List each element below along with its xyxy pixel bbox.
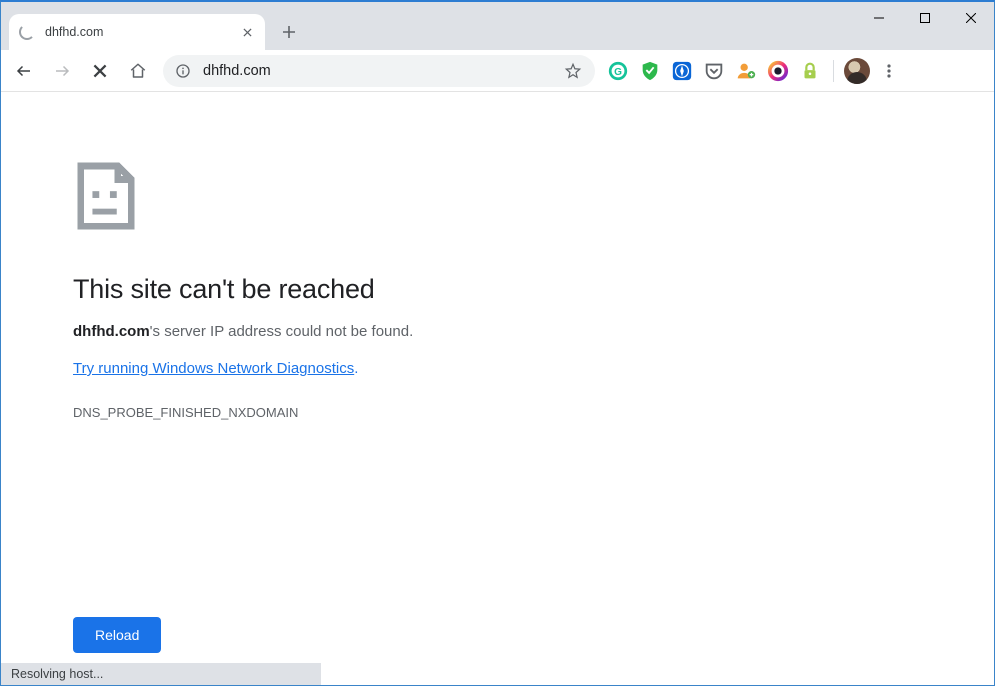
avatar-icon	[844, 58, 870, 84]
maximize-button[interactable]	[902, 2, 948, 34]
window-controls	[856, 2, 994, 34]
close-icon	[966, 13, 976, 23]
minimize-icon	[874, 13, 884, 23]
plus-icon	[282, 25, 296, 39]
diagnostics-line: Try running Windows Network Diagnostics.	[73, 360, 693, 405]
page-content: This site can't be reached dhfhd.com's s…	[1, 92, 994, 685]
site-info-button[interactable]	[175, 63, 191, 79]
error-message-suffix: 's server IP address could not be found.	[150, 323, 414, 340]
back-button[interactable]	[7, 54, 41, 88]
error-page: This site can't be reached dhfhd.com's s…	[73, 162, 693, 420]
info-icon	[175, 63, 191, 79]
arrow-right-icon	[53, 62, 71, 80]
extension-lastpass[interactable]	[795, 56, 825, 86]
address-bar[interactable]: dhfhd.com	[163, 55, 595, 87]
extensions-area: G	[603, 56, 904, 86]
extension-contacts[interactable]	[731, 56, 761, 86]
gradient-ring-icon	[767, 60, 789, 82]
close-icon	[243, 28, 252, 37]
pocket-icon	[703, 60, 725, 82]
compass-icon	[671, 60, 693, 82]
star-icon	[564, 62, 582, 80]
status-bar: Resolving host...	[1, 663, 321, 685]
stop-icon	[93, 64, 107, 78]
new-tab-button[interactable]	[275, 18, 303, 46]
minimize-button[interactable]	[856, 2, 902, 34]
arrow-left-icon	[15, 62, 33, 80]
error-message: dhfhd.com's server IP address could not …	[73, 323, 693, 340]
chrome-menu-button[interactable]	[874, 56, 904, 86]
lock-icon	[799, 60, 821, 82]
diagnostics-link[interactable]: Try running Windows Network Diagnostics	[73, 360, 354, 377]
extension-pocket[interactable]	[699, 56, 729, 86]
home-icon	[129, 62, 147, 80]
maximize-icon	[920, 13, 930, 23]
profile-button[interactable]	[842, 56, 872, 86]
loading-spinner-icon	[19, 24, 35, 40]
tab-title: dhfhd.com	[45, 25, 239, 39]
person-plus-icon	[735, 60, 757, 82]
forward-button[interactable]	[45, 54, 79, 88]
kebab-icon	[881, 63, 897, 79]
url-text: dhfhd.com	[203, 63, 559, 79]
svg-text:G: G	[614, 67, 622, 78]
extension-adguard[interactable]	[635, 56, 665, 86]
separator	[833, 60, 834, 82]
bookmark-button[interactable]	[559, 57, 587, 85]
window-close-button[interactable]	[948, 2, 994, 34]
stop-button[interactable]	[83, 54, 117, 88]
titlebar: dhfhd.com	[1, 2, 994, 50]
extension-blue-square[interactable]	[667, 56, 697, 86]
grammarly-icon: G	[607, 60, 629, 82]
extension-grammarly[interactable]: G	[603, 56, 633, 86]
extension-instagram[interactable]	[763, 56, 793, 86]
sad-page-icon	[73, 162, 145, 234]
shield-icon	[639, 60, 661, 82]
error-code: DNS_PROBE_FINISHED_NXDOMAIN	[73, 405, 693, 420]
toolbar: dhfhd.com G	[1, 50, 994, 92]
reload-button[interactable]: Reload	[73, 617, 161, 653]
status-text: Resolving host...	[11, 667, 103, 681]
diagnostics-suffix: .	[354, 360, 358, 377]
home-button[interactable]	[121, 54, 155, 88]
tab-active[interactable]: dhfhd.com	[9, 14, 265, 50]
tab-close-button[interactable]	[239, 24, 255, 40]
browser-window: dhfhd.com	[0, 0, 995, 686]
error-heading: This site can't be reached	[73, 274, 693, 305]
error-domain: dhfhd.com	[73, 323, 150, 340]
tab-strip: dhfhd.com	[1, 2, 303, 50]
